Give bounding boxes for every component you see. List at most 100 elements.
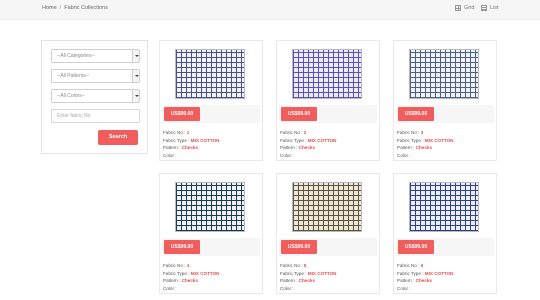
pattern-label: Pattern : <box>397 145 415 151</box>
category-select[interactable]: --All Categories-- <box>51 49 140 63</box>
product-specs: Fabric No : 1 Fabric Type : MIX COTTON P… <box>163 129 220 159</box>
price-row: US$99.00 <box>396 105 494 123</box>
pattern-row: Pattern : Checks <box>163 144 220 152</box>
pattern-row: Pattern : Checks <box>280 144 337 152</box>
fabric-no-label: Fabric No : <box>280 130 303 135</box>
price-row: US$99.00 <box>396 238 494 256</box>
color-label: Color : <box>280 152 294 158</box>
fabric-no-row: Fabric No : 4 <box>163 262 220 270</box>
product-specs: Fabric No : 5 Fabric Type : MIX COTTON P… <box>280 262 337 292</box>
search-button[interactable]: Search <box>98 130 138 145</box>
color-row: Color : <box>163 152 220 160</box>
color-row: Color : <box>397 285 454 293</box>
fabric-type-row: Fabric Type : MIX COTTON <box>163 137 220 145</box>
price-badge[interactable]: US$99.00 <box>164 107 200 121</box>
price-row: US$99.00 <box>162 105 260 123</box>
fabric-type-row: Fabric Type : MIX COTTON <box>163 270 220 278</box>
product-card[interactable]: US$99.00 Fabric No : 1 Fabric Type : MIX… <box>159 40 263 161</box>
fabric-type-value: MIX COTTON <box>307 270 337 276</box>
breadcrumb: Home / Fabric Collections <box>42 5 108 11</box>
fabric-no-placeholder: Enter fabric No <box>57 113 91 119</box>
fabric-no-row: Fabric No : 1 <box>163 129 220 137</box>
fabric-swatch-image[interactable] <box>292 182 362 232</box>
price-badge[interactable]: US$99.00 <box>398 240 434 254</box>
pattern-label: Pattern : <box>163 145 181 151</box>
list-icon <box>481 5 487 11</box>
pattern-label: Pattern : <box>280 145 298 151</box>
fabric-no-label: Fabric No : <box>163 263 186 268</box>
top-bar: Home / Fabric Collections Grid List <box>0 0 540 20</box>
pattern-value: Checks <box>415 145 432 151</box>
fabric-swatch-image[interactable] <box>292 49 362 99</box>
fabric-no-value: 1 <box>186 130 190 135</box>
pattern-row: Pattern : Checks <box>397 277 454 285</box>
product-card[interactable]: US$99.00 Fabric No : 6 Fabric Type : MIX… <box>393 173 497 294</box>
product-card[interactable]: US$99.00 Fabric No : 5 Fabric Type : MIX… <box>276 173 380 294</box>
fabric-type-row: Fabric Type : MIX COTTON <box>280 270 337 278</box>
grid-view-button[interactable]: Grid <box>455 5 474 11</box>
color-row: Color : <box>397 152 454 160</box>
fabric-type-label: Fabric Type : <box>397 137 424 143</box>
fabric-no-value: 2 <box>303 130 307 135</box>
fabric-type-value: MIX COTTON <box>307 137 337 143</box>
pattern-select-value: --All Patterns-- <box>57 73 90 79</box>
product-card[interactable]: US$99.00 Fabric No : 3 Fabric Type : MIX… <box>393 40 497 161</box>
product-specs: Fabric No : 3 Fabric Type : MIX COTTON P… <box>397 129 454 159</box>
chevron-down-icon <box>132 90 139 102</box>
color-label: Color : <box>280 285 294 291</box>
pattern-label: Pattern : <box>280 278 298 284</box>
price-badge[interactable]: US$99.00 <box>398 107 434 121</box>
price-badge[interactable]: US$99.00 <box>281 240 317 254</box>
fabric-type-label: Fabric Type : <box>163 270 190 276</box>
price-row: US$99.00 <box>279 105 377 123</box>
fabric-type-value: MIX COTTON <box>190 270 220 276</box>
pattern-row: Pattern : Checks <box>163 277 220 285</box>
fabric-type-label: Fabric Type : <box>280 137 307 143</box>
fabric-no-value: 3 <box>420 130 424 135</box>
list-view-label: List <box>490 5 499 11</box>
pattern-select[interactable]: --All Patterns-- <box>51 69 140 83</box>
fabric-no-label: Fabric No : <box>280 263 303 268</box>
fabric-no-row: Fabric No : 6 <box>397 262 454 270</box>
chevron-down-icon <box>132 50 139 62</box>
color-select-value: --All Colors-- <box>57 93 86 99</box>
pattern-row: Pattern : Checks <box>280 277 337 285</box>
fabric-no-row: Fabric No : 5 <box>280 262 337 270</box>
fabric-swatch-image[interactable] <box>409 182 479 232</box>
price-row: US$99.00 <box>162 238 260 256</box>
grid-icon <box>455 5 461 11</box>
color-row: Color : <box>280 285 337 293</box>
color-label: Color : <box>163 152 177 158</box>
pattern-label: Pattern : <box>163 278 181 284</box>
fabric-swatch-image[interactable] <box>409 49 479 99</box>
list-view-button[interactable]: List <box>481 5 499 11</box>
price-badge[interactable]: US$99.00 <box>164 240 200 254</box>
breadcrumb-current: Fabric Collections <box>64 5 108 11</box>
pattern-value: Checks <box>415 278 432 284</box>
color-label: Color : <box>397 285 411 291</box>
fabric-type-value: MIX COTTON <box>424 137 454 143</box>
fabric-swatch-image[interactable] <box>175 182 245 232</box>
filter-panel: --All Categories-- --All Patterns-- --Al… <box>41 40 148 154</box>
category-select-value: --All Categories-- <box>57 53 95 59</box>
fabric-type-label: Fabric Type : <box>163 137 190 143</box>
product-card[interactable]: US$99.00 Fabric No : 2 Fabric Type : MIX… <box>276 40 380 161</box>
fabric-type-row: Fabric Type : MIX COTTON <box>397 270 454 278</box>
fabric-swatch-image[interactable] <box>175 49 245 99</box>
fabric-type-row: Fabric Type : MIX COTTON <box>397 137 454 145</box>
fabric-no-label: Fabric No : <box>397 263 420 268</box>
fabric-type-label: Fabric Type : <box>397 270 424 276</box>
fabric-type-label: Fabric Type : <box>280 270 307 276</box>
fabric-no-input[interactable]: Enter fabric No <box>51 109 140 123</box>
breadcrumb-home-link[interactable]: Home <box>42 5 57 11</box>
color-label: Color : <box>397 152 411 158</box>
fabric-no-row: Fabric No : 2 <box>280 129 337 137</box>
product-specs: Fabric No : 6 Fabric Type : MIX COTTON P… <box>397 262 454 292</box>
pattern-value: Checks <box>298 145 315 151</box>
product-card[interactable]: US$99.00 Fabric No : 4 Fabric Type : MIX… <box>159 173 263 294</box>
pattern-value: Checks <box>298 278 315 284</box>
color-select[interactable]: --All Colors-- <box>51 89 140 103</box>
breadcrumb-separator: / <box>59 5 62 11</box>
fabric-no-label: Fabric No : <box>397 130 420 135</box>
price-badge[interactable]: US$99.00 <box>281 107 317 121</box>
